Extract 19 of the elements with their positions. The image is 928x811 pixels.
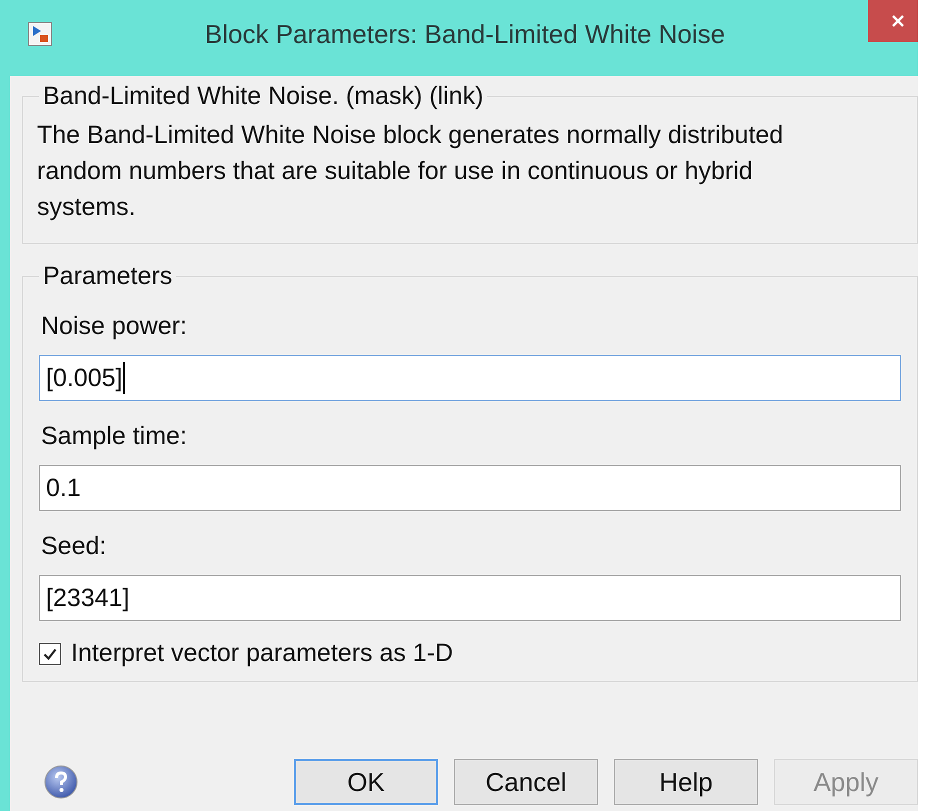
group-title: Band-Limited White Noise. (mask) (link) — [42, 82, 484, 111]
input-field[interactable]: 0.1 — [39, 465, 901, 511]
field-label: Sample time: — [41, 421, 188, 451]
dialog-button[interactable]: OK — [294, 759, 438, 805]
field-label: Noise power: — [41, 311, 188, 341]
close-icon — [890, 13, 906, 29]
field-label: Seed: — [41, 531, 108, 561]
dialog-button[interactable]: Help — [614, 759, 758, 805]
dialog-button[interactable]: Cancel — [454, 759, 598, 805]
group-title: Parameters — [42, 262, 174, 291]
app-icon — [28, 22, 52, 46]
input-field[interactable]: [23341] — [39, 575, 901, 621]
checkbox[interactable] — [39, 642, 61, 664]
window-title: Block Parameters: Band-Limited White Noise — [204, 18, 726, 50]
close-button[interactable] — [868, 0, 918, 42]
description-text: The Band-Limited White Noise block generates normally distributed random numbers that are suitable for use in continuous or hybrid systems. — [37, 120, 784, 223]
input-field[interactable]: [0.005] — [39, 355, 901, 401]
help-icon[interactable] — [44, 765, 78, 799]
checkbox-label: Interpret vector parameters as 1-D — [71, 639, 454, 668]
